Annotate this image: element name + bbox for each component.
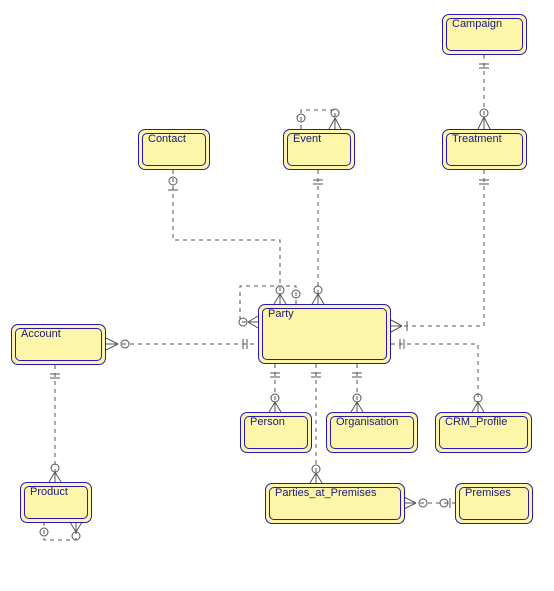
entity-account[interactable]: Account <box>11 324 106 365</box>
rel-contact-party <box>173 170 280 304</box>
entity-label: Parties_at_Premises <box>272 485 380 501</box>
entity-party[interactable]: Party <box>258 304 391 364</box>
rel-treatment-party <box>391 170 484 326</box>
entity-label: Event <box>290 131 324 147</box>
entity-label: Product <box>27 484 71 500</box>
entity-label: Premises <box>462 485 514 501</box>
entity-label: Contact <box>145 131 189 147</box>
entity-crm-profile[interactable]: CRM_Profile <box>435 412 532 453</box>
entity-label: Organisation <box>333 414 401 430</box>
entity-label: Account <box>18 326 64 342</box>
entity-label: Person <box>247 414 288 430</box>
rel-party-crmprofile <box>391 344 478 412</box>
entity-treatment[interactable]: Treatment <box>442 129 527 170</box>
entity-label: CRM_Profile <box>442 414 510 430</box>
entity-premises[interactable]: Premises <box>455 483 533 524</box>
entity-event[interactable]: Event <box>283 129 355 170</box>
entity-label: Campaign <box>449 16 505 32</box>
rel-event-self <box>301 110 335 129</box>
entity-organisation[interactable]: Organisation <box>326 412 418 453</box>
er-diagram-canvas: Campaign Contact Event Treatment Account… <box>0 0 554 591</box>
entity-product[interactable]: Product <box>20 482 92 523</box>
entity-contact[interactable]: Contact <box>138 129 210 170</box>
entity-campaign[interactable]: Campaign <box>442 14 527 55</box>
entity-person[interactable]: Person <box>240 412 312 453</box>
entity-label: Treatment <box>449 131 505 147</box>
entity-parties-at-premises[interactable]: Parties_at_Premises <box>265 483 405 524</box>
entity-label: Party <box>265 306 297 322</box>
rel-product-self <box>44 522 76 540</box>
